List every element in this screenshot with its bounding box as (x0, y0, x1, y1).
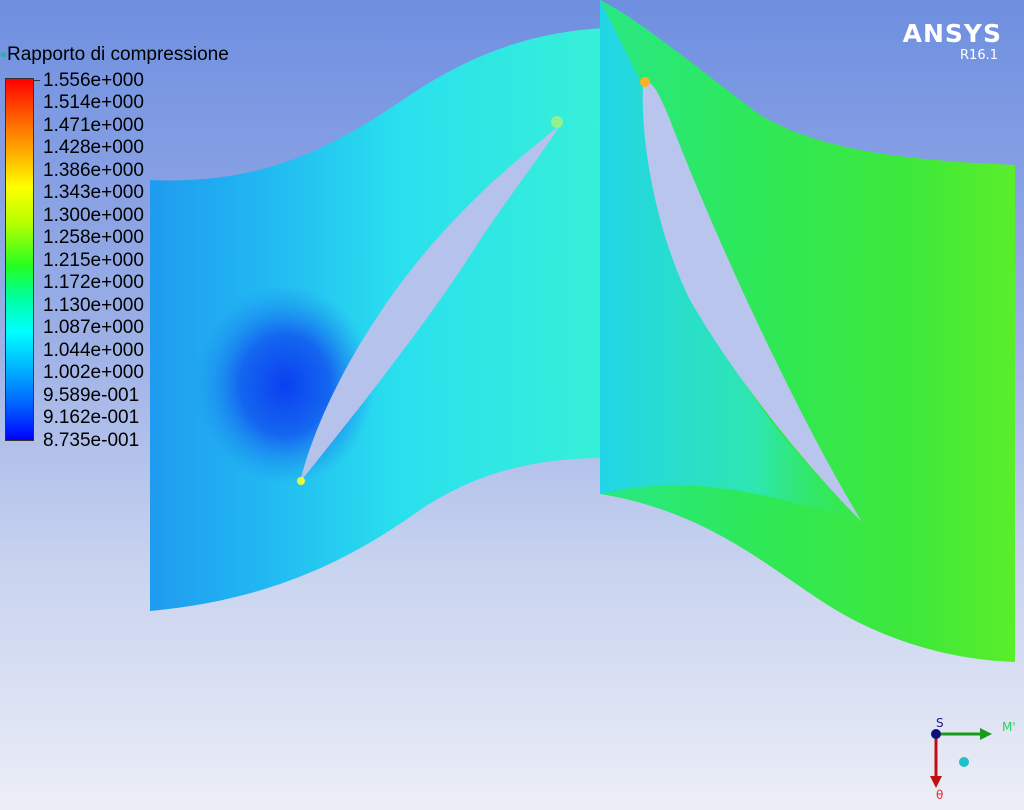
legend-label: 1.215e+000 (43, 250, 144, 271)
legend-label: 1.471e+000 (43, 115, 144, 136)
ansys-name: ANSYS (902, 19, 1002, 48)
legend-label: 8.735e-001 (43, 430, 140, 451)
hotspot-1 (297, 477, 305, 485)
hotspot-2 (640, 77, 650, 87)
legend-label: 1.087e+000 (43, 317, 144, 338)
legend-label: 1.130e+000 (43, 295, 144, 316)
legend-label: 1.428e+000 (43, 137, 144, 158)
triad-theta-label: θ (936, 788, 944, 802)
legend-label: 1.172e+000 (43, 272, 144, 293)
contour-plot (150, 0, 1015, 662)
legend-label: 1.300e+000 (43, 205, 144, 226)
legend-label: 9.589e-001 (43, 385, 140, 406)
legend-label: 1.044e+000 (43, 340, 144, 361)
hotspot-3 (551, 116, 563, 128)
legend-label: 1.258e+000 (43, 227, 144, 248)
legend-label: 9.162e-001 (43, 407, 140, 428)
legend-title: Rapporto di compressione (7, 44, 229, 65)
legend-label: 1.556e+000 (43, 70, 144, 91)
triad-s-label: S (936, 716, 944, 730)
legend-label: 1.343e+000 (43, 182, 144, 203)
ansys-logo: ANSYS R16.1 (902, 19, 1002, 64)
legend-tick (34, 80, 40, 81)
axis-triad[interactable]: S M' θ (920, 712, 1020, 807)
legend-label: 1.386e+000 (43, 160, 144, 181)
viewport[interactable]: ▪ Rapporto di compressione 1.556e+000 1.… (0, 0, 1024, 810)
legend-label: 1.514e+000 (43, 92, 144, 113)
ansys-version: R16.1 (960, 48, 998, 63)
legend-color-bar (5, 78, 34, 441)
legend-label: 1.002e+000 (43, 362, 144, 383)
triad-m-label: M' (1002, 720, 1016, 734)
